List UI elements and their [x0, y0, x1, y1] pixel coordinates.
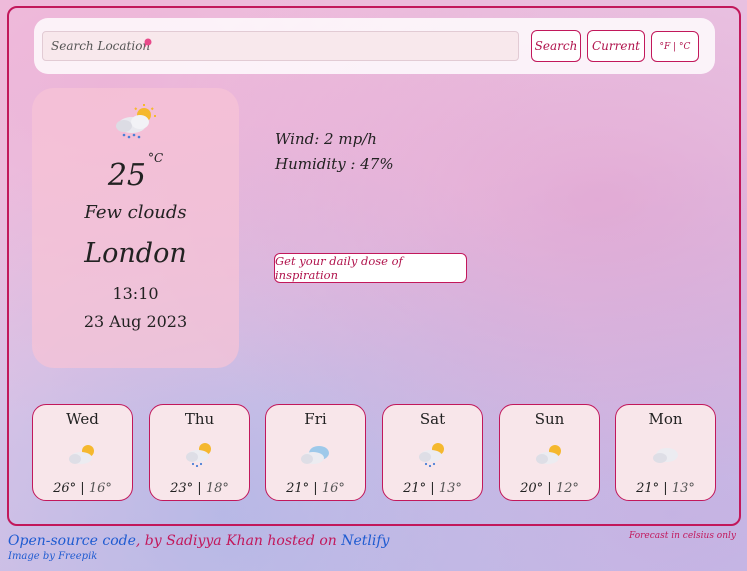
netlify-link[interactable]: Netlify	[341, 533, 389, 549]
humidity: Humidity : 47%	[275, 155, 394, 173]
forecast-temps: 21° | 16°	[286, 481, 345, 496]
forecast-day-name: Sun	[534, 410, 565, 428]
weather-details: Wind: 2 mp/h Humidity : 47%	[275, 127, 394, 177]
forecast-temps: 20° | 12°	[520, 481, 579, 496]
current-weather-card: 25 °C Few clouds London 13:10 23 Aug 2023	[32, 88, 239, 368]
forecast-day-name: Wed	[66, 410, 99, 428]
sun-rain-icon	[186, 443, 211, 467]
city-name: London	[84, 238, 187, 269]
local-time: 13:10	[112, 284, 159, 303]
unit-toggle-button[interactable]: °F | °C	[651, 31, 699, 62]
forecast-temps: 26° | 16°	[53, 481, 112, 496]
local-date: 23 Aug 2023	[83, 312, 188, 331]
few-clouds-icon	[69, 445, 94, 464]
search-bar: Search Current °F | °C	[34, 18, 715, 74]
search-input[interactable]	[42, 31, 519, 61]
forecast-day: Thu 23° | 18°	[149, 404, 250, 501]
image-credit-link[interactable]: Image by Freepik	[8, 551, 97, 562]
forecast-day-name: Thu	[184, 410, 215, 428]
search-button[interactable]: Search	[531, 30, 581, 62]
forecast-temps: 23° | 18°	[170, 481, 229, 496]
forecast-day-name: Fri	[304, 410, 327, 428]
sun-rain-icon	[419, 443, 444, 467]
forecast-day-name: Mon	[648, 410, 683, 428]
scattered-clouds-icon	[301, 446, 329, 464]
few-clouds-icon	[536, 445, 561, 464]
temperature-unit: °C	[148, 151, 164, 165]
current-temperature: 25 °C	[107, 151, 164, 193]
forecast-day: Fri 21° | 16°	[265, 404, 366, 501]
inspiration-button[interactable]: Get your daily dose of inspiration	[274, 253, 467, 283]
wind-speed: Wind: 2 mp/h	[275, 130, 377, 148]
weather-description: Few clouds	[84, 202, 187, 223]
footer-attribution: Open-source code, by Sadiyya Khan hosted…	[8, 533, 389, 549]
forecast-day: Mon 21° | 13°	[615, 404, 716, 501]
forecast-day: Sun 20° | 12°	[499, 404, 600, 501]
forecast-temps: 21° | 13°	[403, 481, 462, 496]
forecast-temps: 21° | 13°	[636, 481, 695, 496]
cloud-sun-rain-icon	[116, 104, 156, 139]
cloud-icon	[653, 448, 678, 463]
forecast-day-name: Sat	[419, 410, 446, 428]
author-text: , by Sadiyya Khan hosted on	[135, 533, 337, 549]
forecast-day: Wed 26° | 16°	[32, 404, 133, 501]
current-location-button[interactable]: Current	[587, 30, 645, 62]
location-pin-icon	[144, 38, 152, 48]
celsius-note: Forecast in celsius only	[628, 531, 736, 541]
open-source-link[interactable]: Open-source code	[8, 533, 136, 549]
forecast-day: Sat 21° | 13°	[382, 404, 483, 501]
